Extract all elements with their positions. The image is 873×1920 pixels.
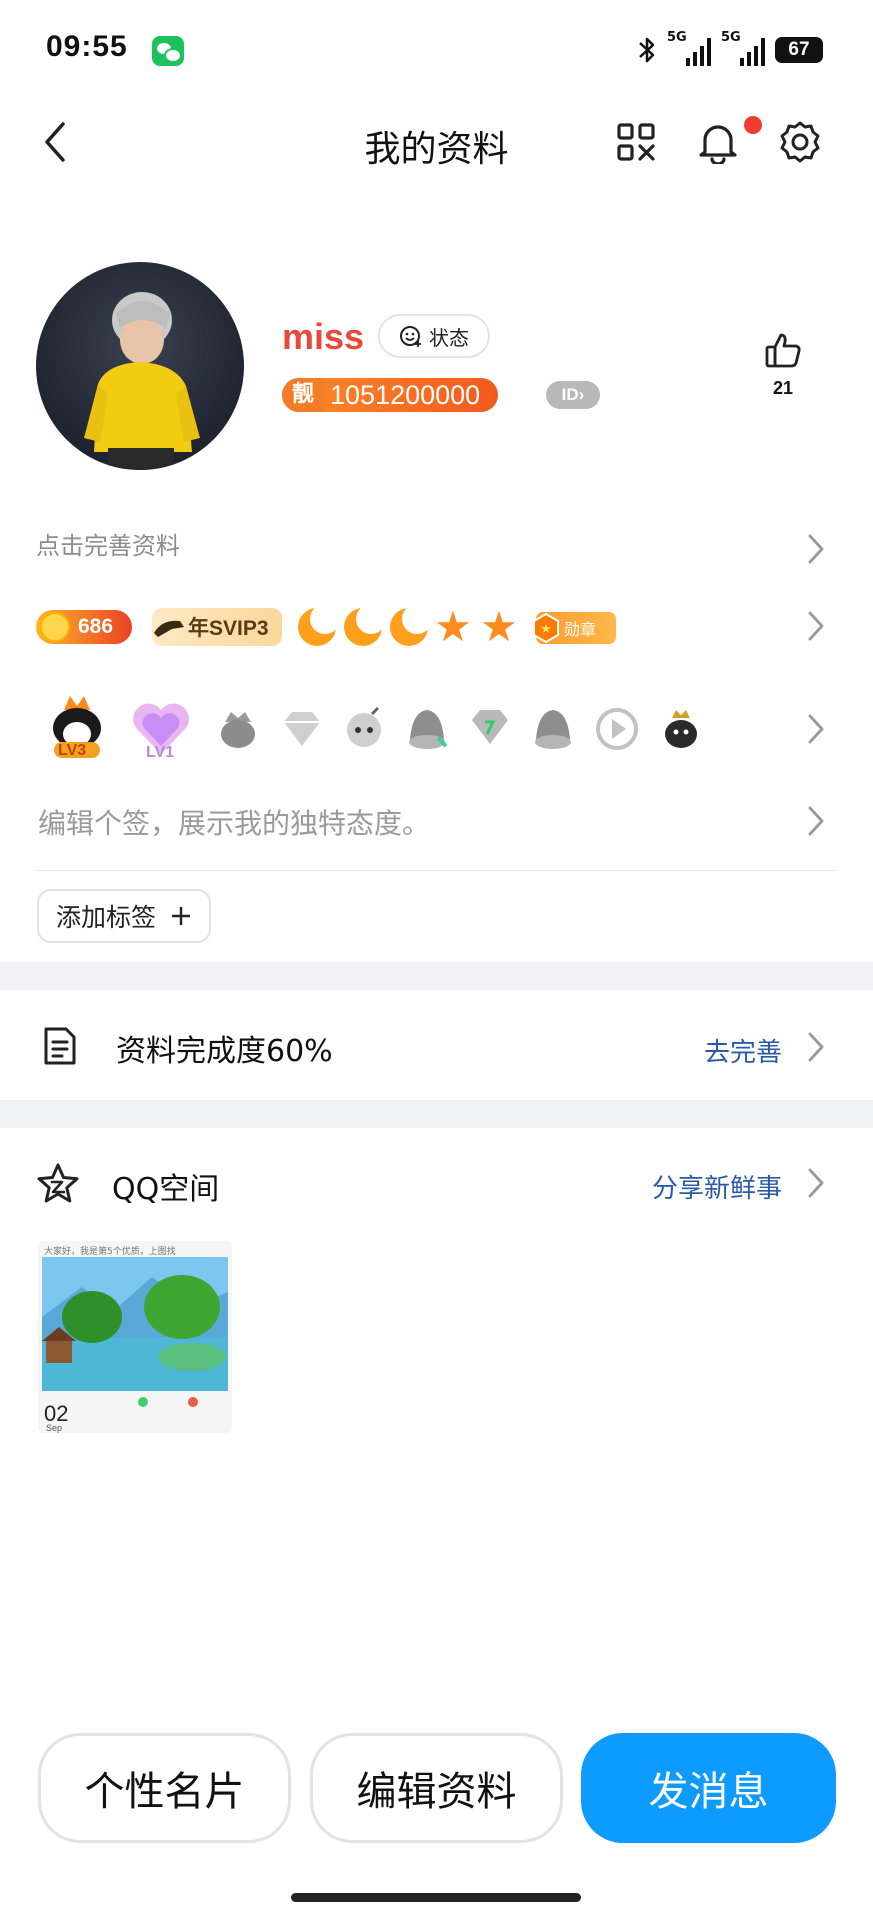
- status-time: 09:55: [46, 30, 128, 63]
- black-penguin-crown-icon[interactable]: [658, 706, 704, 752]
- qzone-star-icon: [37, 1163, 79, 1203]
- signature-field[interactable]: 编辑个签，展示我的独特态度。: [38, 802, 430, 842]
- notification-button[interactable]: [694, 118, 742, 166]
- completion-action-link[interactable]: 去完善: [704, 1032, 782, 1069]
- notification-dot: [744, 116, 762, 134]
- signal-icon-1: 5G: [667, 30, 711, 66]
- status-label: 状态: [429, 325, 469, 350]
- divider: [36, 870, 836, 871]
- id-badge[interactable]: ID›: [546, 381, 600, 409]
- moon-icon: [344, 604, 386, 646]
- chevron-right-icon[interactable]: [806, 1030, 826, 1064]
- svg-text:★: ★: [540, 622, 552, 637]
- gray-penguin-icon[interactable]: [530, 704, 576, 752]
- coin-badge[interactable]: 686: [36, 610, 132, 644]
- bomb-face-icon[interactable]: [342, 704, 386, 750]
- thumb-dot: [188, 1397, 198, 1407]
- gray-crown-penguin-icon[interactable]: [215, 706, 261, 752]
- chevron-right-icon[interactable]: [806, 712, 826, 746]
- lv1-heart-badge[interactable]: LV1: [128, 694, 194, 764]
- thumbs-up-icon: [765, 333, 801, 368]
- home-indicator[interactable]: [291, 1893, 581, 1902]
- thumb-dot: [138, 1397, 148, 1407]
- edit-profile-button[interactable]: 编辑资料: [310, 1733, 563, 1843]
- svip-badge[interactable]: 年SVIP3: [152, 608, 282, 646]
- document-icon: [44, 1027, 76, 1065]
- signal-icon-2: 5G: [721, 30, 765, 66]
- send-message-button[interactable]: 发消息: [581, 1733, 836, 1843]
- moon-icon: [390, 604, 432, 646]
- avatar-image: [84, 292, 200, 470]
- play-icon[interactable]: [594, 706, 640, 752]
- smiley-add-icon: [400, 326, 421, 347]
- qzone-post-thumbnail[interactable]: 大家好，我是第5个优质，上图找 02 Sep: [38, 1241, 232, 1433]
- coin-icon: [40, 612, 70, 642]
- bell-icon: [699, 125, 737, 164]
- diamond-icon[interactable]: [280, 710, 324, 748]
- avatar[interactable]: [36, 262, 244, 470]
- qzone-title: QQ空间: [112, 1172, 220, 1207]
- medal-icon: ★: [533, 613, 559, 643]
- like-button[interactable]: [758, 330, 808, 374]
- chevron-right-icon[interactable]: [806, 1166, 826, 1200]
- like-count: 21: [772, 378, 794, 398]
- share-news-link[interactable]: 分享新鲜事: [652, 1168, 782, 1205]
- complete-profile-prompt[interactable]: 点击完善资料: [36, 526, 180, 561]
- gray-penguin-icon[interactable]: [404, 704, 450, 752]
- chevron-right-icon[interactable]: [806, 609, 826, 643]
- battery-indicator: 67: [775, 37, 823, 63]
- plus-icon: [172, 907, 190, 925]
- nickname: miss: [282, 316, 365, 357]
- qq-number-badge[interactable]: 靓 1051200000: [282, 378, 499, 412]
- page-title: 我的资料: [364, 129, 509, 170]
- add-tag-label: 添加标签: [55, 903, 156, 932]
- completion-label: 资料完成度60%: [116, 1034, 333, 1069]
- wechat-notification-icon: [152, 36, 184, 66]
- bluetooth-icon: [639, 37, 655, 63]
- personal-card-button[interactable]: 个性名片: [38, 1733, 291, 1843]
- chevron-right-icon[interactable]: [806, 804, 826, 838]
- qr-code-icon: [617, 123, 655, 161]
- green-diamond-icon[interactable]: [468, 708, 512, 748]
- landscape-image: [42, 1257, 228, 1391]
- pretty-number-mark: 靓: [282, 378, 325, 412]
- status-indicators: 5G 5G 67: [637, 30, 823, 68]
- crown-hat-icon: [154, 620, 184, 637]
- lv3-penguin-badge[interactable]: LV3: [46, 692, 108, 762]
- gear-icon: [780, 121, 820, 163]
- moon-icon: [298, 604, 340, 646]
- section-separator: [0, 962, 873, 990]
- add-tag-button[interactable]: 添加标签: [37, 889, 211, 943]
- chevron-right-icon[interactable]: [806, 532, 826, 566]
- qr-code-button[interactable]: [612, 118, 660, 166]
- section-separator: [0, 1100, 873, 1128]
- settings-button[interactable]: [776, 118, 824, 166]
- medal-badge[interactable]: ★ 勋章: [533, 612, 616, 644]
- qq-number: 1051200000: [330, 379, 481, 410]
- star-icon: ★: [434, 602, 472, 651]
- star-icon: ★: [480, 602, 518, 651]
- status-button[interactable]: 状态: [378, 314, 490, 358]
